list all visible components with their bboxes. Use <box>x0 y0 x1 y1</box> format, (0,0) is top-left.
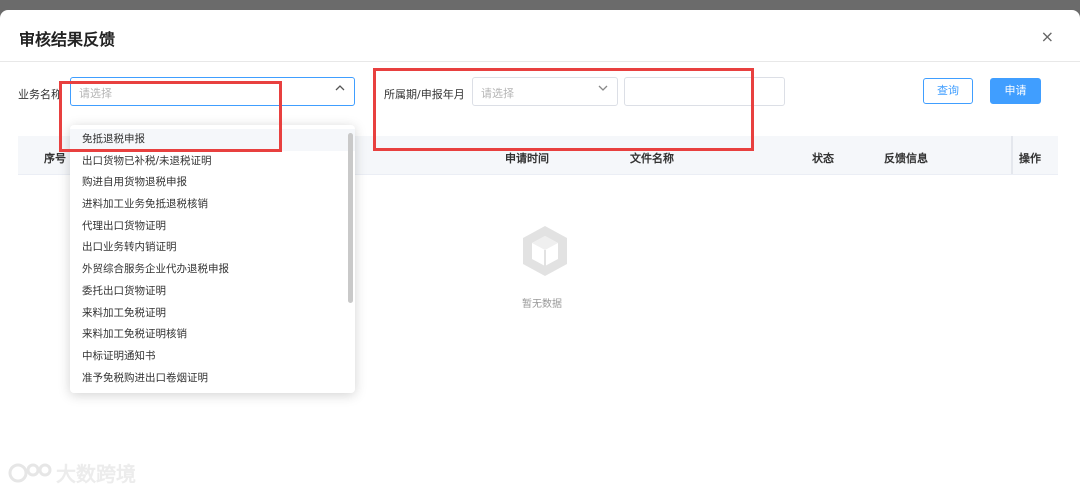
col-apply-time: 申请时间 <box>505 152 549 165</box>
period-placeholder: 请选择 <box>481 87 514 100</box>
period-select[interactable]: 请选择 <box>472 77 618 106</box>
business-name-dropdown: 免抵退税申报 出口货物已补税/未退税证明 购进自用货物退税申报 进料加工业务免抵… <box>70 125 355 393</box>
empty-state-text: 暂无数据 <box>522 299 562 310</box>
chevron-down-icon <box>598 85 608 91</box>
dropdown-option[interactable]: 外贸综合服务企业代办退税申报 <box>70 259 355 281</box>
dropdown-option[interactable]: 来料加工免税证明核销 <box>70 324 355 346</box>
close-icon[interactable]: × <box>1041 27 1054 46</box>
watermark-logo-icon <box>8 463 52 482</box>
dropdown-option[interactable]: 免抵退税申报 <box>70 129 355 151</box>
dropdown-option[interactable]: 代理出口货物证明 <box>70 216 355 238</box>
chevron-up-icon <box>335 85 345 91</box>
audit-feedback-dialog: 审核结果反馈 × 业务名称 请选择 所属期/申报年月 请选择 查询 申请 序号 … <box>0 10 1080 492</box>
query-button[interactable]: 查询 <box>923 78 973 104</box>
dropdown-option[interactable]: 出口业务转内销证明 <box>70 237 355 259</box>
empty-box-icon <box>523 226 567 276</box>
header-divider <box>0 61 1080 62</box>
column-divider <box>1011 136 1013 174</box>
dropdown-scrollbar[interactable] <box>348 133 353 303</box>
col-index: 序号 <box>44 152 66 165</box>
dropdown-option[interactable]: 准予免税购进出口卷烟证明 <box>70 368 355 390</box>
dropdown-option[interactable]: 进料加工业务免抵退税核销 <box>70 194 355 216</box>
col-status: 状态 <box>812 152 834 165</box>
dropdown-option[interactable]: 委托出口货物证明 <box>70 281 355 303</box>
apply-button[interactable]: 申请 <box>990 78 1041 104</box>
dropdown-option[interactable]: 中标证明通知书 <box>70 346 355 368</box>
watermark-text: 大数跨境 <box>56 462 136 486</box>
col-feedback: 反馈信息 <box>884 152 928 165</box>
dropdown-option[interactable]: 来料加工免税证明 <box>70 303 355 325</box>
business-name-label: 业务名称 <box>18 88 62 101</box>
watermark: 大数跨境 <box>8 458 136 487</box>
business-name-placeholder: 请选择 <box>79 87 112 100</box>
period-label: 所属期/申报年月 <box>384 88 465 101</box>
dropdown-option[interactable]: 购进自用货物退税申报 <box>70 172 355 194</box>
col-actions: 操作 <box>1019 152 1041 165</box>
business-name-select[interactable]: 请选择 <box>70 77 355 106</box>
col-file-name: 文件名称 <box>630 152 674 165</box>
period-month-input[interactable] <box>624 77 785 106</box>
dialog-title: 审核结果反馈 <box>19 30 116 49</box>
dropdown-option[interactable]: 出口货物已补税/未退税证明 <box>70 151 355 173</box>
